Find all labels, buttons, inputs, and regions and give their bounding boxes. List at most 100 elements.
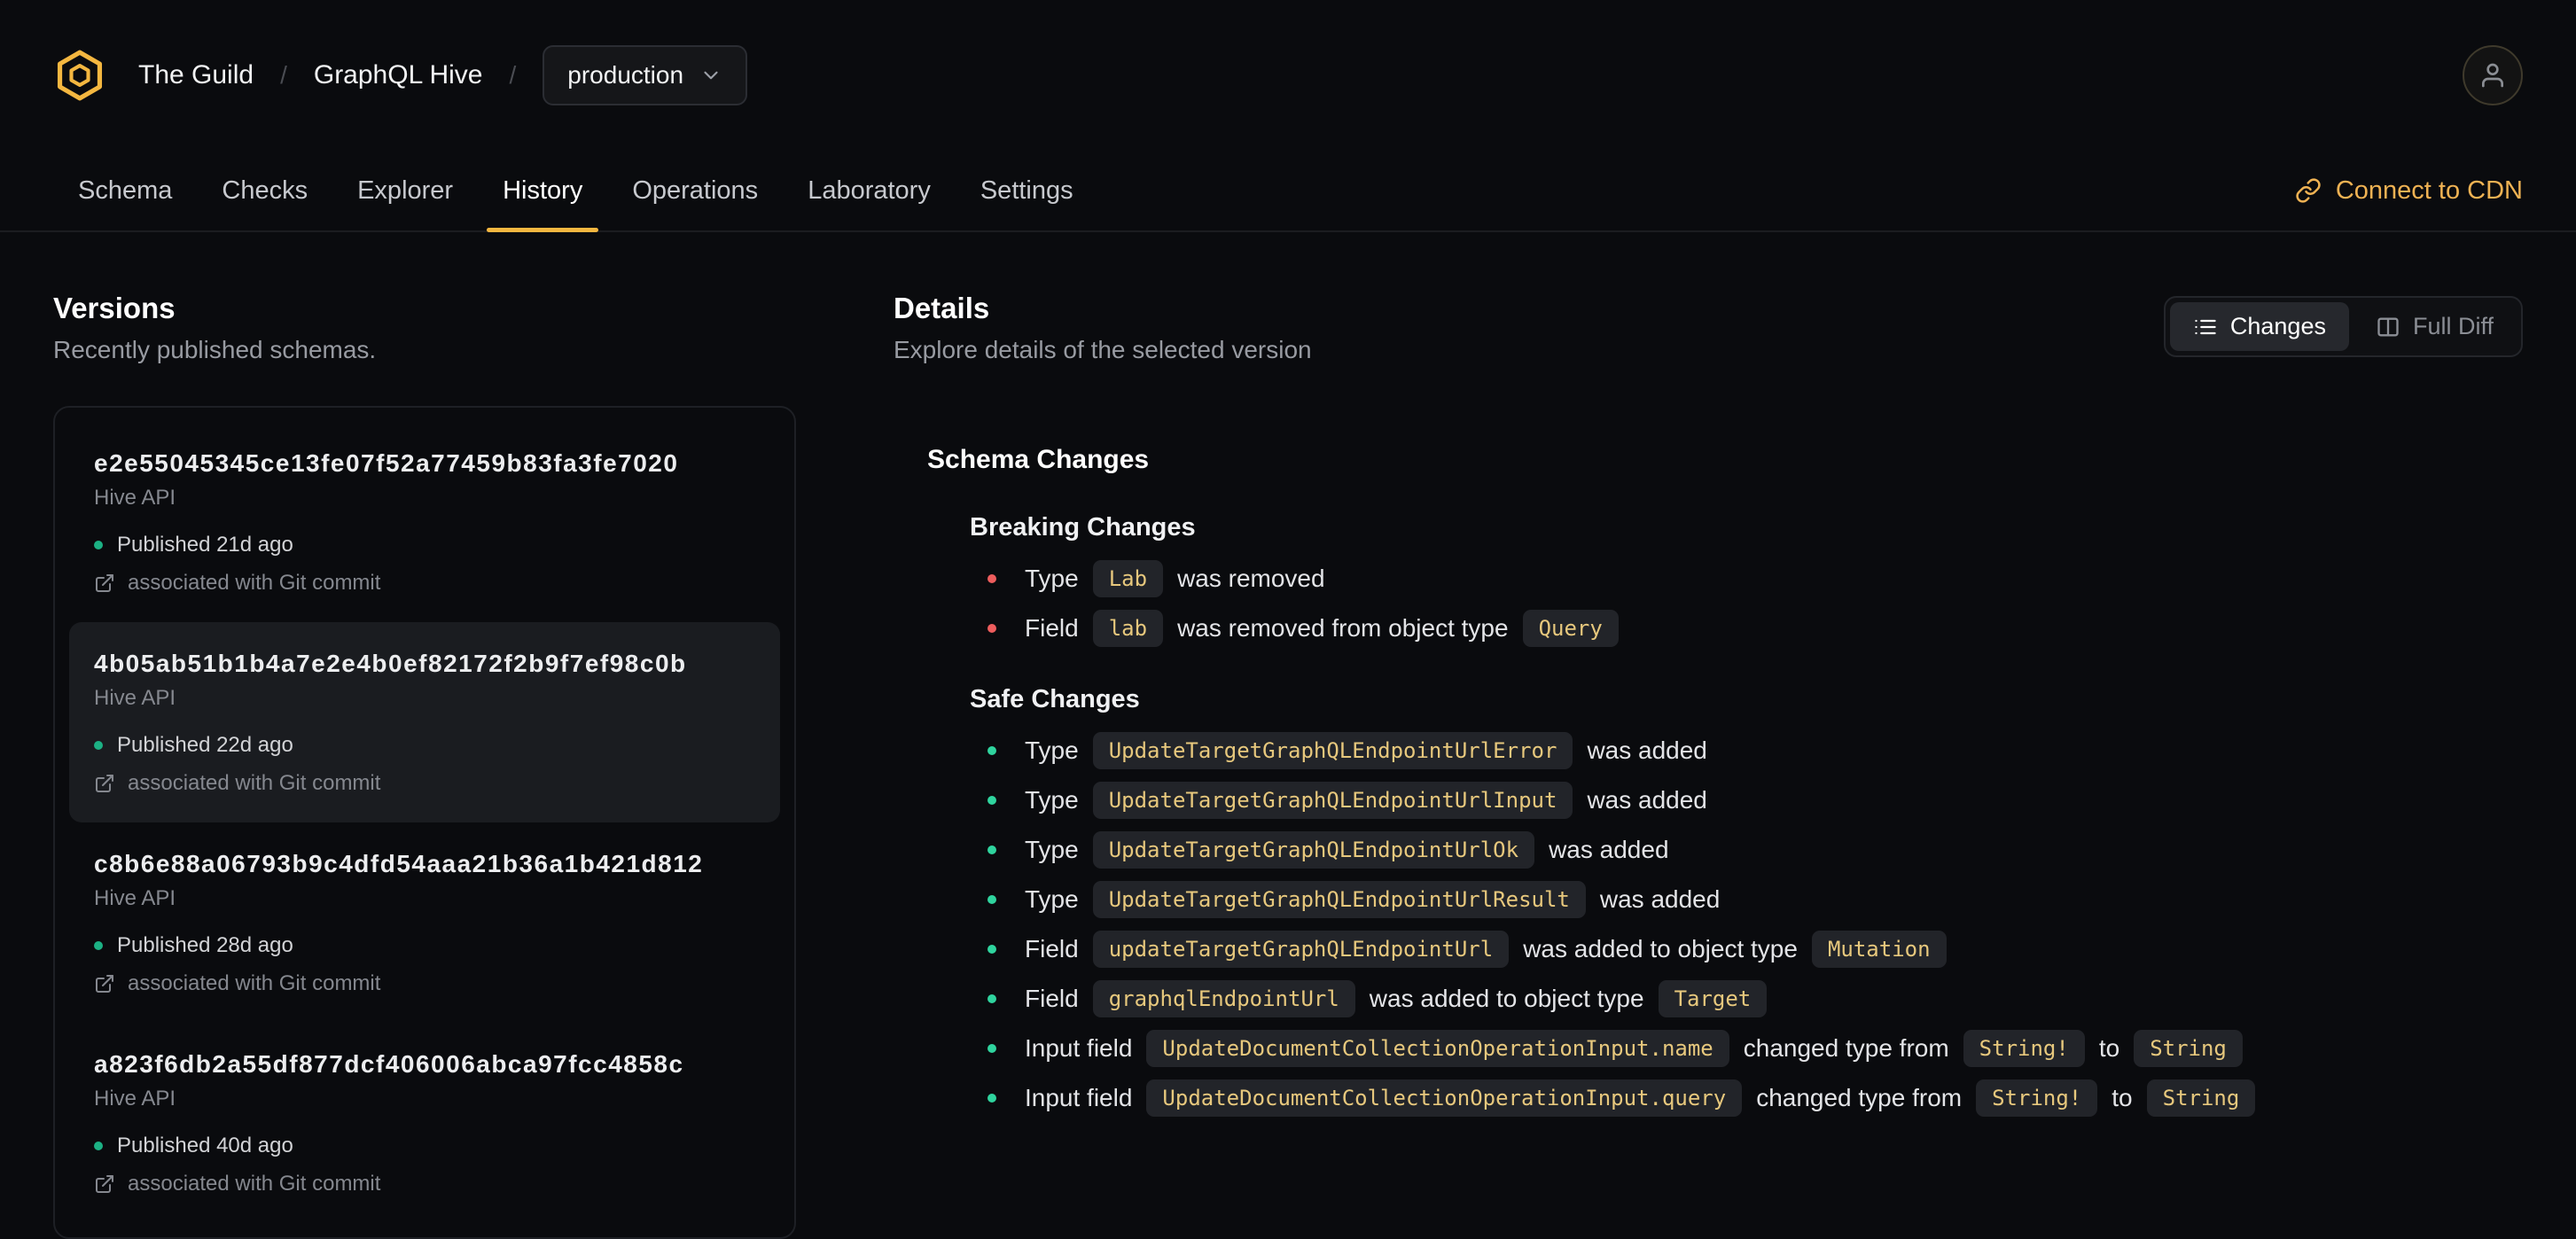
breaking-change-item: Field lab was removed from object type Quer… — [987, 608, 2523, 649]
external-link-icon — [96, 775, 113, 792]
change-text: Type — [1025, 736, 1079, 764]
safe-bullet-dot — [987, 746, 996, 755]
safe-change-item: Field graphqlEndpointUrl was added to obje… — [987, 978, 2523, 1019]
change-text: was added — [1587, 736, 1707, 764]
safe-bullet-dot — [987, 1044, 996, 1053]
safe-bullet-dot — [987, 845, 996, 854]
safe-bullet-dot — [987, 945, 996, 954]
published-label: Published 28d ago — [117, 933, 293, 957]
connect-cdn-label: Connect to CDN — [2335, 175, 2523, 205]
tab-history[interactable]: History — [478, 151, 607, 232]
breaking-bullet-dot — [987, 574, 996, 583]
change-text: Input field — [1025, 1034, 1133, 1062]
change-text: changed type from — [1756, 1084, 1963, 1111]
version-hash: e2e55045345ce13fe07f52a77459b83fa3fe7020 — [94, 449, 679, 477]
published-status: Published 21d ago — [94, 532, 755, 558]
code-chip: UpdateTargetGraphQLEndpointUrlError — [1092, 732, 1573, 769]
version-hash: 4b05ab51b1b4a7e2e4b0ef82172f2b9f7ef98c0b — [94, 650, 687, 677]
change-text: changed type from — [1743, 1034, 1949, 1062]
change-text: was removed from object type — [1177, 614, 1509, 642]
safe-bullet-dot — [987, 895, 996, 904]
details-pane: Details Explore details of the selected … — [894, 291, 2523, 1239]
details-title: Details — [894, 292, 990, 324]
version-item[interactable]: a823f6db2a55df877dcf406006abca97fcc4858c… — [69, 1023, 780, 1223]
code-chip: UpdateTargetGraphQLEndpointUrlResult — [1092, 881, 1586, 918]
header-top-bar: The Guild / GraphQL Hive / production — [0, 0, 2576, 151]
safe-change-item: Input field UpdateDocumentCollectionOpera… — [987, 1028, 2523, 1069]
code-chip: updateTargetGraphQLEndpointUrl — [1092, 931, 1510, 968]
changes-toggle-button[interactable]: Changes — [2169, 302, 2349, 351]
published-status: Published 40d ago — [94, 1133, 755, 1159]
changes-toggle-label: Changes — [2229, 313, 2326, 339]
tab-settings[interactable]: Settings — [956, 151, 1098, 230]
external-link-icon — [96, 975, 113, 993]
git-commit-label: associated with Git commit — [128, 971, 381, 995]
tab-explorer[interactable]: Explorer — [332, 151, 478, 230]
details-subtitle: Explore details of the selected version — [894, 336, 1312, 363]
safe-change-item: Input field UpdateDocumentCollectionOpera… — [987, 1078, 2523, 1118]
person-icon — [2482, 63, 2503, 88]
published-label: Published 21d ago — [117, 533, 293, 557]
list-icon — [2195, 319, 2216, 334]
app-root: The Guild / GraphQL Hive / production Sc… — [0, 0, 2576, 1239]
version-item[interactable]: 4b05ab51b1b4a7e2e4b0ef82172f2b9f7ef98c0b… — [69, 622, 780, 822]
change-text: to — [2112, 1084, 2133, 1111]
target-selector[interactable]: production — [543, 45, 748, 105]
safe-bullet-dot — [987, 1094, 996, 1103]
version-hash: a823f6db2a55df877dcf406006abca97fcc4858c — [94, 1050, 684, 1078]
published-label: Published 40d ago — [117, 1134, 293, 1157]
git-commit-label: associated with Git commit — [128, 571, 381, 595]
git-commit-row: associated with Git commit — [94, 1172, 755, 1196]
published-dot-icon — [94, 541, 103, 549]
code-chip: Query — [1522, 610, 1619, 647]
code-chip: graphqlEndpointUrl — [1092, 980, 1355, 1017]
breadcrumb-separator: / — [280, 61, 287, 89]
code-chip: UpdateTargetGraphQLEndpointUrlOk — [1092, 831, 1535, 869]
code-chip: UpdateDocumentCollectionOperationInput.n… — [1146, 1030, 1729, 1067]
service-name: Hive API — [94, 886, 176, 910]
code-chip: String! — [1976, 1079, 2098, 1117]
service-name: Hive API — [94, 1087, 176, 1110]
breadcrumb: The Guild / GraphQL Hive / production — [138, 45, 748, 105]
version-item[interactable]: e2e55045345ce13fe07f52a77459b83fa3fe7020… — [69, 422, 780, 622]
tab-schema[interactable]: Schema — [53, 151, 197, 230]
tabs-row: Schema Checks Explorer History Operations Lab… — [0, 151, 2576, 232]
split-columns-icon — [2377, 317, 2399, 336]
chevron-down-icon — [704, 71, 718, 80]
change-text: was added to object type — [1523, 935, 1798, 962]
change-text: was added — [1549, 836, 1669, 863]
breadcrumb-project[interactable]: GraphQL Hive — [314, 60, 483, 90]
link-icon — [2296, 178, 2321, 203]
version-item[interactable]: c8b6e88a06793b9c4dfd54aaa21b36a1b421d812… — [69, 822, 780, 1023]
details-titles: Details Explore details of the selected … — [894, 291, 1312, 365]
published-label: Published 22d ago — [117, 733, 293, 757]
code-chip: String — [2134, 1030, 2243, 1067]
breaking-changes-list: Type Lab was removed Field lab was removed fr… — [970, 558, 2523, 649]
git-commit-row: associated with Git commit — [94, 571, 755, 596]
safe-change-item: Type UpdateTargetGraphQLEndpointUrlError w… — [987, 730, 2523, 771]
safe-change-item: Type UpdateTargetGraphQLEndpointUrlResult… — [987, 879, 2523, 920]
git-commit-label: associated with Git commit — [128, 771, 381, 795]
external-link-icon — [96, 574, 113, 592]
breadcrumb-org[interactable]: The Guild — [138, 60, 254, 90]
tab-operations[interactable]: Operations — [607, 151, 783, 230]
schema-changes-section: Schema Changes Breaking Changes Type Lab w… — [894, 443, 2523, 1118]
code-chip: UpdateDocumentCollectionOperationInput.q… — [1146, 1079, 1743, 1117]
full-diff-toggle-button[interactable]: Full Diff — [2353, 302, 2517, 351]
git-commit-label: associated with Git commit — [128, 1172, 381, 1196]
tab-checks[interactable]: Checks — [197, 151, 332, 230]
connect-cdn-link[interactable]: Connect to CDN — [2295, 176, 2523, 206]
change-text: to — [2098, 1034, 2120, 1062]
published-dot-icon — [94, 941, 103, 950]
primary-tabs: Schema Checks Explorer History Operations Lab… — [53, 151, 1098, 232]
hive-logo-icon[interactable] — [53, 49, 106, 102]
tab-laboratory[interactable]: Laboratory — [783, 151, 956, 230]
schema-changes-title: Schema Changes — [927, 445, 1150, 474]
safe-change-item: Type UpdateTargetGraphQLEndpointUrlInput w… — [987, 780, 2523, 821]
versions-pane: Versions Recently published schemas. e2e… — [53, 291, 796, 1239]
safe-changes-group: Safe Changes Type UpdateTargetGraphQLEndp… — [927, 684, 2523, 1118]
git-commit-row: associated with Git commit — [94, 771, 755, 796]
versions-title: Versions — [53, 292, 176, 324]
user-avatar[interactable] — [2463, 45, 2523, 105]
version-hash: c8b6e88a06793b9c4dfd54aaa21b36a1b421d812 — [94, 850, 704, 877]
